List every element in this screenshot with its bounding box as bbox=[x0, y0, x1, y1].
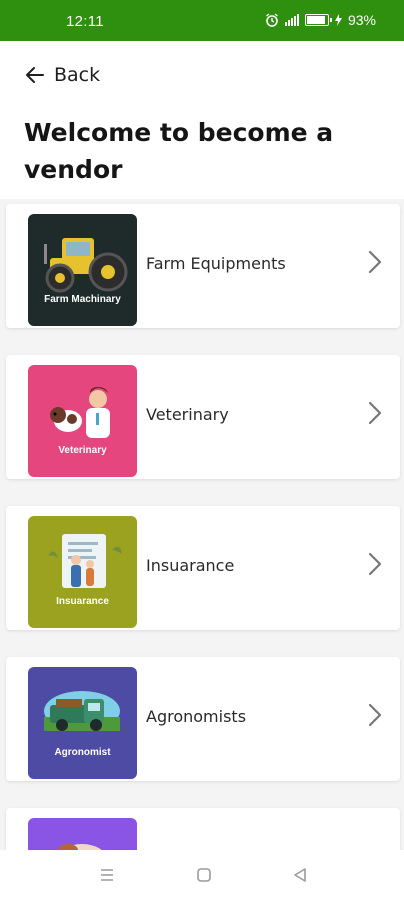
vendor-label: Insuarance bbox=[146, 556, 235, 575]
chevron-right-icon bbox=[368, 250, 382, 274]
thumbnail-caption: Agronomist bbox=[54, 747, 111, 758]
battery-icon bbox=[304, 14, 332, 26]
vendor-thumbnail: Agronomist bbox=[28, 667, 137, 779]
status-bar: 12:11 93% bbox=[0, 0, 404, 41]
vendor-label: Veterinary bbox=[146, 405, 229, 424]
vendor-thumbnail: Farm Machinary bbox=[28, 214, 137, 326]
chevron-right-icon bbox=[368, 401, 382, 425]
thumbnail-caption: Farm Machinary bbox=[44, 294, 121, 305]
back-button[interactable]: Back bbox=[24, 64, 100, 86]
alarm-icon bbox=[266, 13, 278, 27]
chevron-right-icon bbox=[368, 552, 382, 576]
vendor-thumbnail: Insuarance bbox=[28, 516, 137, 628]
home-icon[interactable] bbox=[196, 867, 212, 883]
back-label: Back bbox=[54, 64, 101, 86]
chevron-right-icon bbox=[368, 703, 382, 727]
vendor-label: Farm Equipments bbox=[146, 254, 286, 273]
thumbnail-caption: Veterinary bbox=[58, 445, 107, 456]
signal-icon bbox=[284, 14, 299, 26]
truck-icon bbox=[44, 691, 120, 731]
vendor-card-insurance[interactable]: Insuarance Insuarance bbox=[6, 506, 400, 630]
battery-percent: 93% bbox=[347, 12, 376, 28]
insurance-icon bbox=[48, 534, 122, 588]
tractor-icon bbox=[44, 238, 128, 293]
list-item: Veterinary Veterinary bbox=[0, 350, 404, 501]
back-nav-icon[interactable] bbox=[292, 867, 308, 883]
arrow-left-icon bbox=[26, 67, 44, 83]
vendor-card-farm-equipments[interactable]: Farm Machinary Farm Equipments bbox=[6, 204, 400, 328]
vendor-thumbnail: Veterinary bbox=[28, 365, 137, 477]
vendor-card-agronomists[interactable]: Agronomist Agronomists bbox=[6, 657, 400, 781]
status-time: 12:11 bbox=[66, 13, 104, 30]
list-item: Farm Machinary Farm Equipments bbox=[0, 199, 404, 350]
thumbnail-caption: Insuarance bbox=[56, 596, 109, 607]
list-item: Insuarance Insuarance bbox=[0, 501, 404, 652]
vendor-card-veterinary[interactable]: Veterinary Veterinary bbox=[6, 355, 400, 479]
system-nav-bar bbox=[0, 850, 404, 900]
vendor-label: Agronomists bbox=[146, 707, 247, 726]
list-item: Agronomist Agronomists bbox=[0, 652, 404, 803]
menu-icon[interactable] bbox=[99, 867, 115, 883]
page-title: Welcome to become a vendor bbox=[24, 118, 334, 184]
charging-icon bbox=[334, 14, 342, 26]
veterinarian-icon bbox=[50, 387, 110, 438]
status-icons: 93% bbox=[265, 12, 376, 28]
